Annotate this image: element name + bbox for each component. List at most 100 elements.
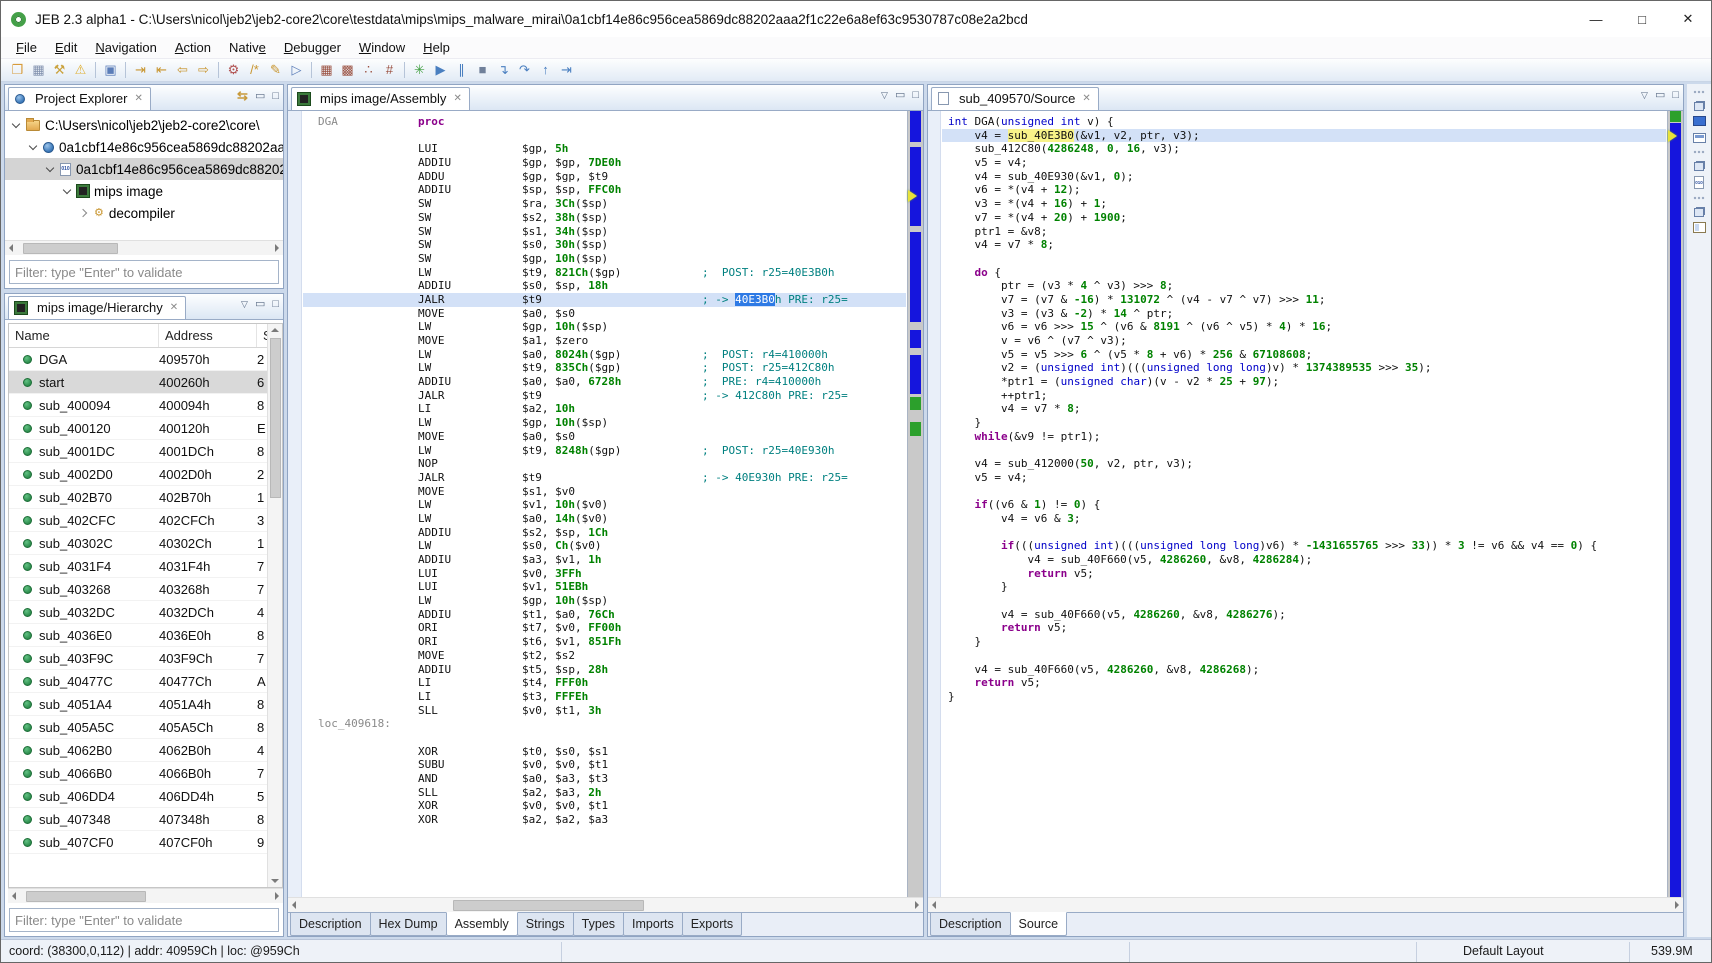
source-line[interactable]: if(((unsigned int)(((unsigned long long)… — [942, 539, 1666, 553]
view-menu-icon[interactable] — [881, 90, 888, 101]
maximize-panel-icon[interactable] — [272, 299, 279, 310]
restore-view-icon[interactable] — [1696, 207, 1705, 215]
source-line[interactable]: int DGA(unsigned int v) { — [942, 115, 1666, 129]
function-row[interactable]: sub_4036E04036E0h8 — [9, 624, 267, 647]
scrollbar-thumb[interactable] — [26, 891, 146, 902]
asm-line[interactable]: ADDIU$a3, $v1, 1h — [303, 553, 906, 567]
asm-line[interactable]: LW$a0, 8024h($gp); POST: r4=410000h — [303, 348, 906, 362]
chevron-down-icon[interactable] — [45, 164, 55, 174]
scroll-left-icon[interactable] — [292, 901, 296, 909]
source-line[interactable]: while(&v9 != ptr1); — [942, 430, 1666, 444]
table-hscrollbar[interactable] — [8, 888, 283, 903]
hierarchy-filter-input[interactable] — [9, 908, 279, 932]
function-row[interactable]: sub_407348407348h8 — [9, 808, 267, 831]
source-line[interactable]: v6 = v6 >>> 15 ^ (v6 & 8191 ^ (v6 ^ v5) … — [942, 320, 1666, 334]
asm-line[interactable]: ADDIU$t1, $a0, 76Ch — [303, 608, 906, 622]
scrollbar-thumb[interactable] — [453, 900, 644, 911]
source-line[interactable]: v2 = (unsigned int)(((unsigned long long… — [942, 361, 1666, 375]
source-line[interactable] — [942, 252, 1666, 266]
asm-line[interactable]: MOVE$a0, $s0 — [303, 307, 906, 321]
source-line[interactable]: sub_412C80(4286248, 0, 16, v3); — [942, 142, 1666, 156]
menu-window[interactable]: Window — [350, 38, 414, 57]
function-row[interactable]: sub_40302C40302Ch1 — [9, 532, 267, 555]
source-line[interactable] — [942, 444, 1666, 458]
minimize-panel-icon[interactable] — [1655, 90, 1665, 101]
asm-line[interactable]: DGAproc — [303, 115, 906, 129]
save-button[interactable]: ▦ — [28, 60, 49, 80]
source-line[interactable] — [942, 649, 1666, 663]
asm-line[interactable]: XOR$t0, $s0, $s1 — [303, 745, 906, 759]
menu-debugger[interactable]: Debugger — [275, 38, 350, 57]
function-row[interactable]: start400260h6 — [9, 371, 267, 394]
goto-symbol-button[interactable]: ⇤ — [151, 60, 172, 80]
menu-native[interactable]: Native — [220, 38, 275, 57]
source-line[interactable]: v5 = v5 >>> 6 ^ (v5 * 8 + v6) * 256 & 67… — [942, 348, 1666, 362]
drag-grip-icon[interactable] — [1693, 150, 1705, 154]
asm-line[interactable] — [303, 731, 906, 745]
source-line[interactable] — [942, 485, 1666, 499]
console-view-icon[interactable] — [1693, 133, 1706, 143]
menu-file[interactable]: File — [7, 38, 46, 57]
function-row[interactable]: sub_4002D04002D0h2 — [9, 463, 267, 486]
function-row[interactable]: sub_403F9C403F9Ch7 — [9, 647, 267, 670]
source-line[interactable]: v4 = sub_40E3B0(&v1, v2, ptr, v3); — [942, 129, 1666, 143]
asm-line[interactable]: MOVE$s1, $v0 — [303, 485, 906, 499]
asm-line[interactable]: LW$t9, 8248h($gp); POST: r25=40E930h — [303, 444, 906, 458]
tree-item-file010[interactable]: 0100a1cbf14e86c956cea5869dc88202aaa2f1c2… — [5, 158, 283, 180]
control-flow-view-button[interactable]: # — [379, 60, 400, 80]
run-script-button[interactable]: ▷ — [286, 60, 307, 80]
asm-line[interactable]: JALR$t9; -> 40E930h PRE: r25= — [303, 471, 906, 485]
asm-line[interactable]: LW$a0, 14h($v0) — [303, 512, 906, 526]
asm-line[interactable] — [303, 129, 906, 143]
assembly-overview-ruler[interactable] — [907, 111, 923, 897]
source-line[interactable]: return v5; — [942, 567, 1666, 581]
column-header-name[interactable]: Name — [9, 324, 159, 347]
source-line[interactable]: v4 = sub_40F660(v5, 4286260, &v8, 428626… — [942, 663, 1666, 677]
source-line[interactable]: v4 = v7 * 8; — [942, 238, 1666, 252]
menu-navigation[interactable]: Navigation — [86, 38, 165, 57]
step-into-button[interactable]: ↴ — [493, 60, 514, 80]
tree-item-gears[interactable]: ⚙decompiler — [5, 202, 283, 224]
rename-button[interactable]: ✎ — [265, 60, 286, 80]
source-line[interactable] — [942, 594, 1666, 608]
callgraph-view-button[interactable]: ∴ — [358, 60, 379, 80]
close-button[interactable]: ✕ — [1665, 1, 1711, 37]
subtab-exports[interactable]: Exports — [682, 913, 742, 936]
table-vscrollbar[interactable] — [267, 324, 282, 887]
asm-line[interactable]: ADDIU$a0, $a0, 6728h; PRE: r4=410000h — [303, 375, 906, 389]
source-line[interactable]: v7 = (v7 & -16) * 131072 ^ (v4 - v7 ^ v7… — [942, 293, 1666, 307]
source-line[interactable]: v4 = v6 & 3; — [942, 512, 1666, 526]
menu-edit[interactable]: Edit — [46, 38, 86, 57]
asm-line[interactable]: SW$s2, 38h($sp) — [303, 211, 906, 225]
chevron-down-icon[interactable] — [62, 186, 72, 196]
scroll-right-icon[interactable] — [275, 892, 279, 900]
source-line[interactable]: *ptr1 = (unsigned char)(v - v2 * 25 + 97… — [942, 375, 1666, 389]
project-filter-input[interactable] — [9, 260, 279, 284]
asm-line[interactable]: ADDIU$t5, $sp, 28h — [303, 663, 906, 677]
menu-help[interactable]: Help — [414, 38, 459, 57]
source-line[interactable]: return v5; — [942, 676, 1666, 690]
scroll-up-icon[interactable] — [271, 328, 279, 332]
function-row[interactable]: sub_400094400094h8 — [9, 394, 267, 417]
source-line[interactable]: v3 = (v3 & -2) * 14 ^ ptr; — [942, 307, 1666, 321]
asm-line[interactable]: LW$t9, 821Ch($gp); POST: r25=40E3B0h — [303, 266, 906, 280]
data-grid-view-button[interactable]: ▩ — [337, 60, 358, 80]
chevron-down-icon[interactable] — [11, 120, 21, 130]
asm-line[interactable]: MOVE$a1, $zero — [303, 334, 906, 348]
subtab-types[interactable]: Types — [573, 913, 624, 936]
minimize-panel-icon[interactable] — [255, 91, 265, 102]
view-menu-icon[interactable] — [241, 299, 248, 310]
tab-project-explorer[interactable]: Project Explorer — [8, 87, 151, 110]
navigate-forward-button[interactable]: ⇨ — [193, 60, 214, 80]
source-line[interactable]: ++ptr1; — [942, 389, 1666, 403]
source-line[interactable]: v4 = v7 * 8; — [942, 402, 1666, 416]
chevron-down-icon[interactable] — [28, 142, 38, 152]
open-file-button[interactable]: ❒ — [7, 60, 28, 80]
function-row[interactable]: sub_407CF0407CF0h9 — [9, 831, 267, 854]
new-view-button[interactable]: ▣ — [100, 60, 121, 80]
scroll-down-icon[interactable] — [271, 879, 279, 883]
subtab-strings[interactable]: Strings — [517, 913, 574, 936]
asm-line[interactable]: LI$t4, FFF0h — [303, 676, 906, 690]
maximize-button[interactable]: □ — [1619, 1, 1665, 37]
asm-line[interactable]: LW$gp, 10h($sp) — [303, 416, 906, 430]
